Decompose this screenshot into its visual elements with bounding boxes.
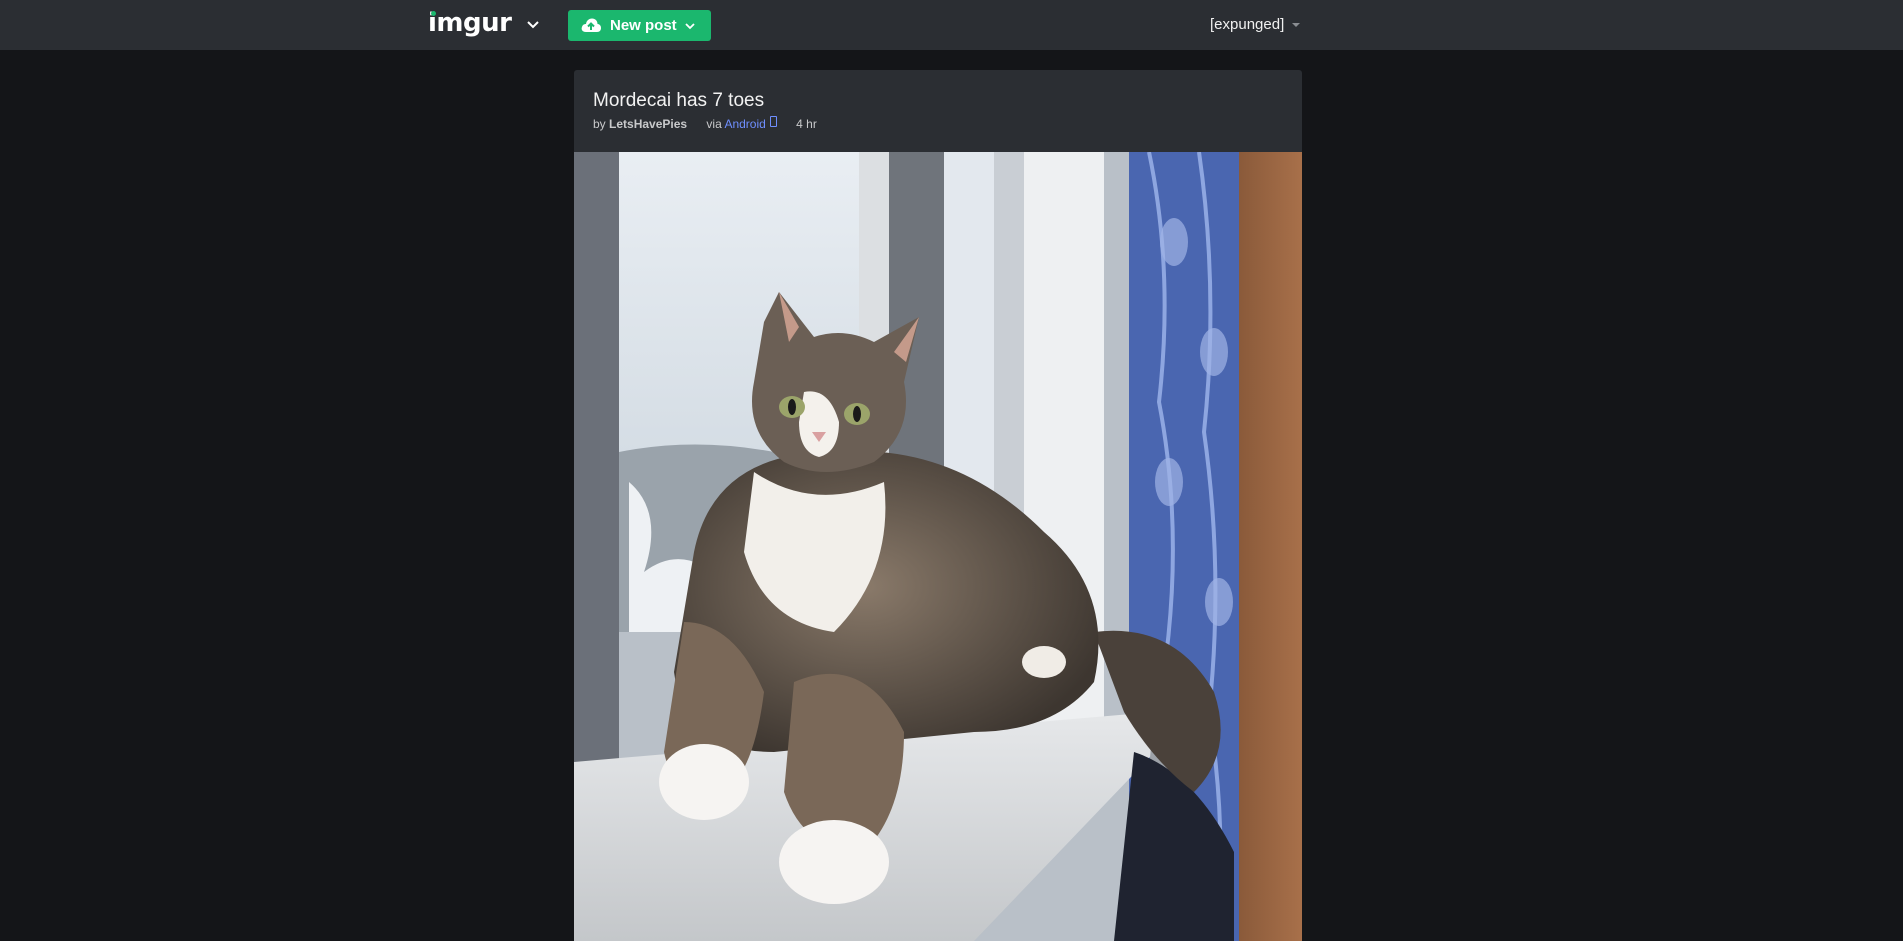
new-post-label: New post [610,17,677,34]
post-title: Mordecai has 7 toes [593,90,765,111]
cat-photo [574,152,1302,941]
post-time: 4 hr [796,117,817,131]
chevron-down-icon [685,23,695,30]
post-image[interactable] [574,152,1302,941]
via-prefix: via [706,117,722,131]
author-link[interactable]: LetsHavePies [609,117,687,131]
by-prefix: by [593,117,606,131]
post-container: Mordecai has 7 toes by LetsHavePies via … [574,70,1302,941]
cloud-upload-icon [581,18,601,32]
post-meta: by LetsHavePies via Android 4 hr [593,116,817,132]
phone-icon [769,116,777,127]
user-menu[interactable]: [expunged] [1210,16,1284,34]
imgur-logo[interactable]: imgur [428,8,512,38]
platform-link[interactable]: Android [724,117,765,131]
caret-down-icon[interactable] [1292,23,1300,27]
logo-accent-dot [431,11,436,16]
chevron-down-icon[interactable] [524,16,542,34]
top-navigation-bar: imgur New post [expunged] [0,0,1903,50]
new-post-button[interactable]: New post [568,10,711,41]
